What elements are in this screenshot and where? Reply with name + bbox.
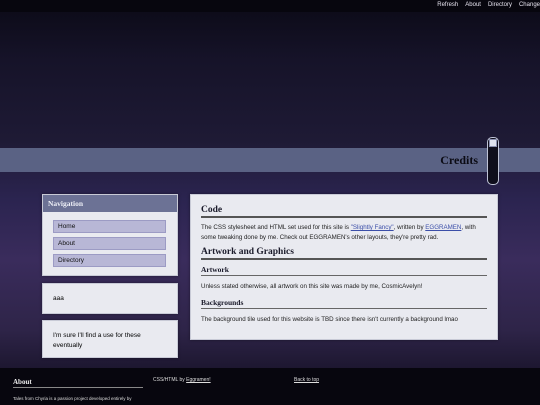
slightly-fancy-link[interactable]: "Slightly Fancy"	[351, 224, 394, 231]
artwork-paragraph: Unless stated otherwise, all artwork on …	[201, 283, 423, 290]
side-box-note-text: I'm sure I'll find a use for these event…	[53, 332, 141, 349]
credits-content: Code The CSS stylesheet and HTML set use…	[190, 194, 498, 340]
side-box-note: I'm sure I'll find a use for these event…	[42, 320, 178, 358]
footer-credit-prefix: CSS/HTML by	[153, 377, 187, 383]
code-heading: Code	[201, 205, 487, 218]
artwork-subheading: Artwork	[201, 265, 487, 276]
eggramen-link[interactable]: EGGRAMEN	[425, 224, 461, 231]
nav-item-home[interactable]: Home	[53, 220, 166, 233]
page-title: Credits	[440, 153, 478, 167]
topnav-directory[interactable]: Directory	[488, 2, 512, 8]
navigation-title: Navigation	[43, 195, 177, 212]
topnav-refresh[interactable]: Refresh	[437, 2, 458, 8]
backgrounds-paragraph: The background tile used for this websit…	[201, 315, 458, 323]
artwork-graphics-heading: Artwork and Graphics	[201, 247, 487, 260]
nav-item-directory[interactable]: Directory	[53, 254, 166, 267]
footer-about-text: Tales from Chyria is a passion project d…	[13, 396, 132, 401]
footer-eggramen-link[interactable]: Eggramen!	[186, 377, 210, 383]
navigation-box: Navigation Home About Directory	[42, 194, 178, 276]
side-box-aaa-text: aaa	[53, 295, 64, 302]
code-text-2: , written by	[393, 224, 426, 231]
code-text-1: The CSS stylesheet and HTML set used for…	[201, 224, 351, 231]
nav-item-about[interactable]: About	[53, 237, 166, 250]
footer-about-title: About	[13, 378, 143, 388]
footer-credit: CSS/HTML by Eggramen!	[153, 377, 211, 383]
top-navigation: Refresh About Directory Change	[437, 2, 540, 8]
backgrounds-subheading: Backgrounds	[201, 298, 487, 309]
side-box-aaa: aaa	[42, 283, 178, 314]
back-to-top-link[interactable]: Back to top	[294, 377, 319, 383]
topnav-change[interactable]: Change	[519, 2, 540, 8]
topnav-about[interactable]: About	[465, 2, 481, 8]
broken-image-icon	[489, 139, 497, 147]
avatar	[487, 137, 499, 185]
code-paragraph: The CSS stylesheet and HTML set used for…	[201, 223, 487, 242]
